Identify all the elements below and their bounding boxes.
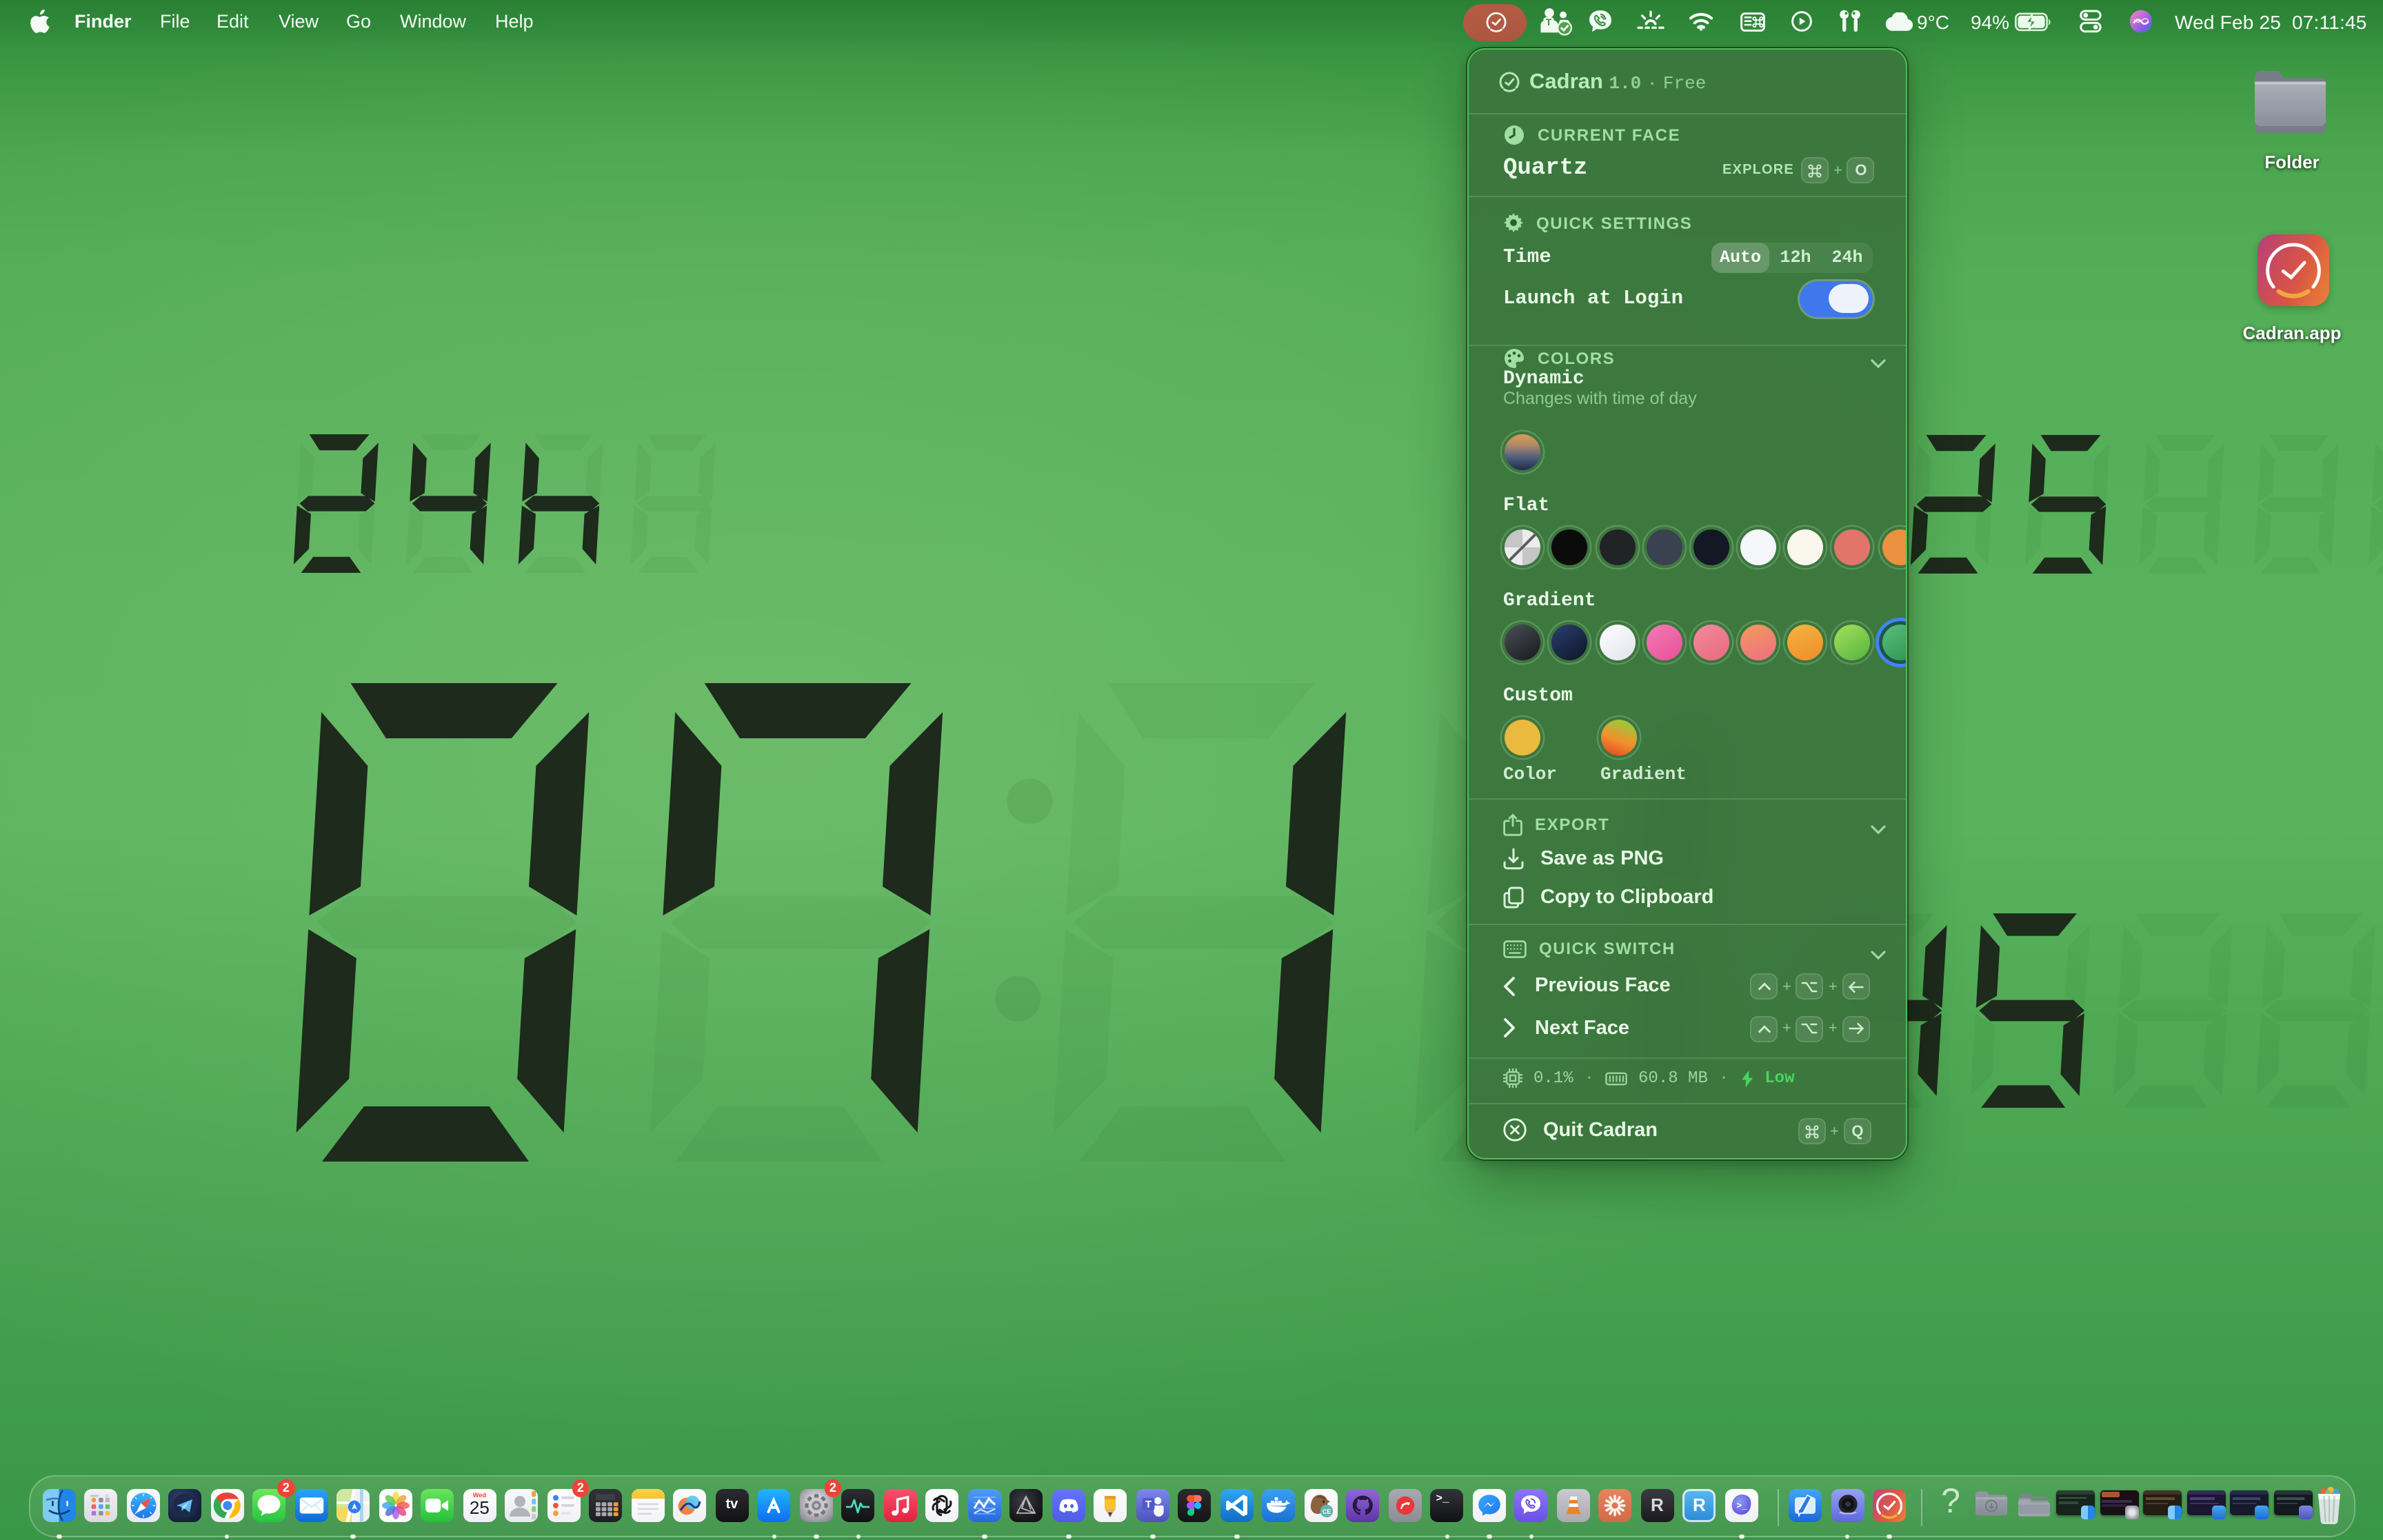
svg-text:CE: CE [1322, 1508, 1330, 1514]
svg-text:T: T [1546, 17, 1552, 28]
svg-text:>_: >_ [1736, 1500, 1747, 1510]
svg-text:T: T [1145, 1498, 1151, 1510]
